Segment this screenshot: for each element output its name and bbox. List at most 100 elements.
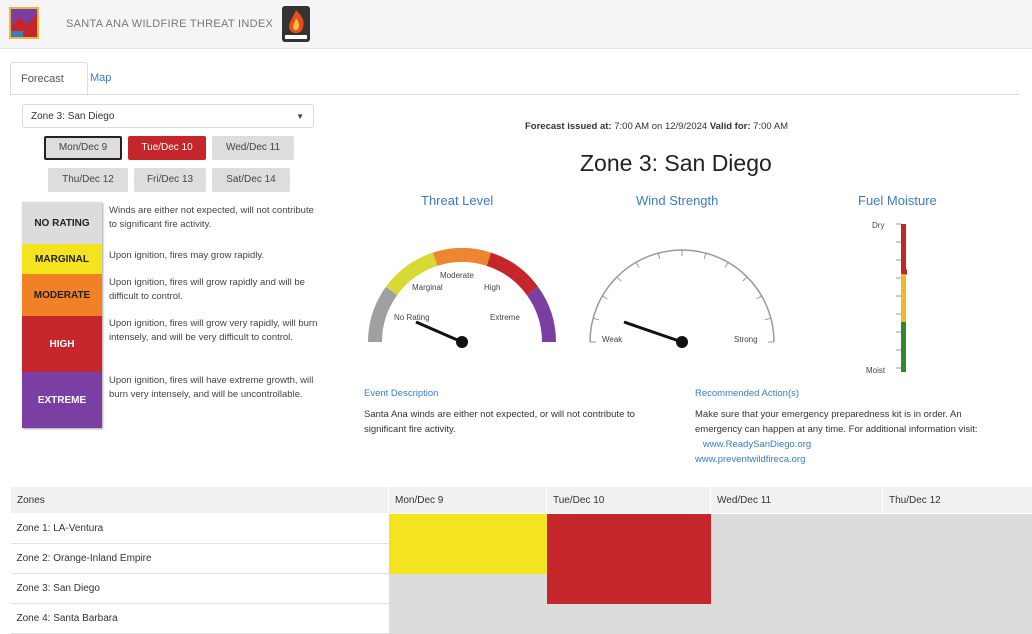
wind-gauge-tick: [765, 318, 771, 320]
gauge-segment-extreme: [527, 287, 556, 342]
fuel-moisture-bar: [893, 222, 913, 374]
prevent-wildfire-link[interactable]: www.preventwildfireca.org: [695, 454, 805, 465]
threat-cell[interactable]: [883, 514, 1032, 544]
issued-date: 12/9/2024: [665, 121, 707, 132]
threat-cell[interactable]: [389, 514, 547, 544]
legend-high: HIGH: [22, 316, 102, 372]
day-button-fri[interactable]: Fri/Dec 13: [134, 168, 206, 192]
wind-gauge-tick: [756, 296, 761, 299]
wind-gauge-tick: [602, 296, 607, 299]
threat-cell[interactable]: [389, 574, 547, 604]
zone-name-cell: Zone 2: Orange-Inland Empire: [11, 544, 389, 574]
legend-desc-moderate: Upon ignition, fires will grow rapidly a…: [109, 276, 319, 304]
col-header-zones: Zones: [11, 487, 389, 514]
threat-cell[interactable]: [711, 544, 883, 574]
threat-cell[interactable]: [547, 514, 711, 544]
gauge-segment-moderate: [433, 248, 491, 266]
threat-cell[interactable]: [711, 604, 883, 634]
forecast-issued-line: Forecast issued at: 7:00 AM on 12/9/2024…: [525, 121, 788, 132]
fuel-segment-mid: [901, 274, 906, 322]
wind-gauge-hub: [676, 336, 688, 348]
recommended-actions-heading: Recommended Action(s): [695, 388, 799, 399]
threat-cell[interactable]: [547, 574, 711, 604]
wind-gauge-tick: [658, 253, 660, 259]
fuel-segment-moist: [901, 322, 906, 372]
wind-gauge-tick: [617, 277, 621, 281]
wind-label-weak: Weak: [602, 335, 623, 344]
fuel-label-moist: Moist: [866, 366, 885, 375]
app-header: SANTA ANA WILDFIRE THREAT INDEX: [0, 0, 1032, 49]
threat-cell[interactable]: [883, 544, 1032, 574]
wind-gauge-tick: [743, 277, 747, 281]
gauge-segment-no-rating: [368, 287, 397, 342]
tab-divider: [10, 94, 1020, 95]
day-button-thu[interactable]: Thu/Dec 12: [48, 168, 128, 192]
threat-cell[interactable]: [711, 514, 883, 544]
legend-desc-high: Upon ignition, fires will grow very rapi…: [109, 317, 319, 345]
valid-time: 7:00 AM: [753, 121, 788, 132]
valid-label: Valid for:: [710, 121, 751, 132]
threat-cell[interactable]: [883, 574, 1032, 604]
wind-strength-title: Wind Strength: [636, 193, 718, 208]
day-button-tue[interactable]: Tue/Dec 10: [128, 136, 206, 160]
table-header-row: Zones Mon/Dec 9 Tue/Dec 10 Wed/Dec 11 Th…: [11, 487, 1032, 514]
zone-name-cell: Zone 4: Santa Barbara: [11, 604, 389, 634]
wind-gauge-arc: [590, 250, 774, 342]
legend-desc-no-rating: Winds are either not expected, will not …: [109, 204, 319, 232]
gauge-label-moderate: Moderate: [440, 271, 474, 280]
zone-select-value: Zone 3: San Diego: [31, 111, 114, 122]
wind-gauge-tick: [593, 318, 599, 320]
table-row[interactable]: Zone 1: LA-Ventura: [11, 514, 1032, 544]
legend-marginal: MARGINAL: [22, 244, 102, 274]
ready-san-diego-link[interactable]: www.ReadySanDiego.org: [703, 439, 811, 450]
threat-cell[interactable]: [389, 544, 547, 574]
wind-gauge-tick: [704, 253, 706, 259]
threat-level-title: Threat Level: [421, 193, 493, 208]
fuel-label-dry: Dry: [872, 221, 884, 230]
issued-label: Forecast issued at:: [525, 121, 612, 132]
col-header-day[interactable]: Thu/Dec 12: [883, 487, 1032, 514]
threat-cell[interactable]: [883, 604, 1032, 634]
recommended-actions-block: Make sure that your emergency preparedne…: [695, 407, 1000, 467]
table-row[interactable]: Zone 4: Santa Barbara: [11, 604, 1032, 634]
wind-gauge-tick: [636, 262, 639, 267]
issued-on-label: on: [652, 121, 663, 132]
gauge-label-no-rating: No Rating: [394, 313, 430, 322]
zone-name-cell: Zone 3: San Diego: [11, 574, 389, 604]
table-row[interactable]: Zone 2: Orange-Inland Empire: [11, 544, 1032, 574]
threat-legend: NO RATING MARGINAL MODERATE HIGH EXTREME: [22, 202, 102, 428]
wind-strength-gauge: Weak Strong: [584, 236, 784, 352]
legend-no-rating: NO RATING: [22, 202, 102, 244]
zone-select[interactable]: Zone 3: San Diego ▼: [22, 104, 314, 128]
gauge-label-high: High: [484, 283, 500, 292]
zone-name-cell: Zone 1: LA-Ventura: [11, 514, 389, 544]
col-header-day[interactable]: Tue/Dec 10: [547, 487, 711, 514]
recommended-actions-text: Make sure that your emergency preparedne…: [695, 409, 978, 435]
day-button-wed[interactable]: Wed/Dec 11: [212, 136, 294, 160]
fuel-moisture-title: Fuel Moisture: [858, 193, 937, 208]
wind-gauge-tick: [725, 262, 728, 267]
threat-level-gauge: No Rating Marginal Moderate High Extreme: [360, 236, 566, 352]
day-button-sat[interactable]: Sat/Dec 14: [212, 168, 290, 192]
table-row[interactable]: Zone 3: San Diego: [11, 574, 1032, 604]
tab-map[interactable]: Map: [80, 62, 121, 94]
caret-down-icon: ▼: [296, 105, 304, 129]
wind-gauge-needle: [624, 322, 682, 342]
legend-desc-extreme: Upon ignition, fires will have extreme g…: [109, 374, 319, 402]
threat-cell[interactable]: [547, 544, 711, 574]
app-title: SANTA ANA WILDFIRE THREAT INDEX: [66, 18, 273, 30]
legend-moderate: MODERATE: [22, 274, 102, 316]
fuel-segment-dry: [901, 224, 906, 274]
usda-logo-icon: [9, 7, 39, 39]
threat-cell[interactable]: [547, 604, 711, 634]
tab-forecast[interactable]: Forecast: [10, 62, 88, 96]
col-header-day[interactable]: Wed/Dec 11: [711, 487, 883, 514]
threat-gauge-hub: [456, 336, 468, 348]
day-button-mon[interactable]: Mon/Dec 9: [44, 136, 122, 160]
legend-desc-marginal: Upon ignition, fires may grow rapidly.: [109, 249, 319, 263]
event-description-heading: Event Description: [364, 388, 438, 399]
threat-cell[interactable]: [389, 604, 547, 634]
threat-cell[interactable]: [711, 574, 883, 604]
col-header-day[interactable]: Mon/Dec 9: [389, 487, 547, 514]
wind-label-strong: Strong: [734, 335, 758, 344]
